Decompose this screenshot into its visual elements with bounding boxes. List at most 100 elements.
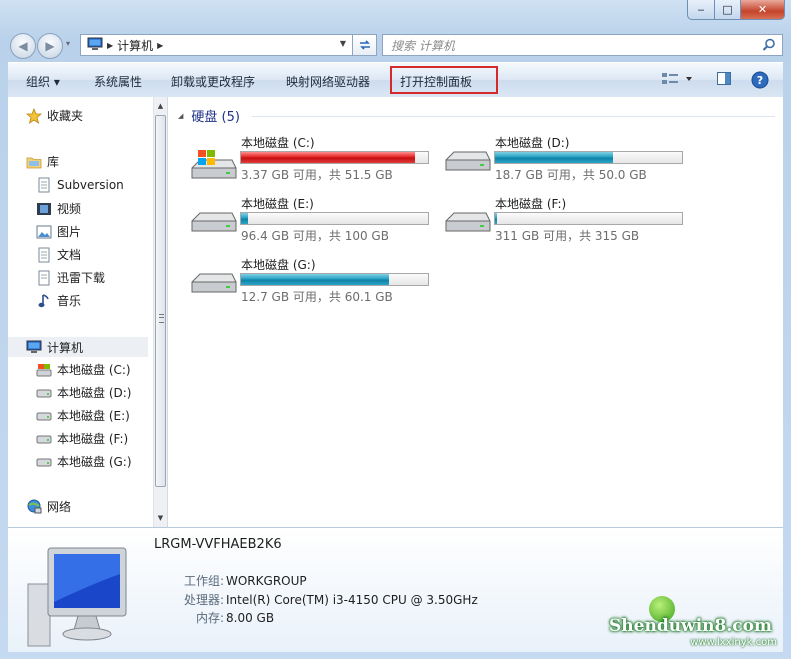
- workgroup-value: WORKGROUP: [226, 574, 307, 588]
- explorer-window: ‒ □ ✕ ◀ ▶ ▾ ▶ 计算机 ▶ ▼ 搜索 计算机 组织 ▾ 系统属性 卸…: [0, 0, 791, 659]
- navigation-scrollbar[interactable]: ▲ ▼: [153, 97, 167, 527]
- breadcrumb-separator-icon[interactable]: ▶: [157, 41, 163, 50]
- drive-usage-fill: [241, 274, 389, 285]
- computer-icon: [87, 37, 103, 54]
- command-bar: 组织 ▾ 系统属性 卸载或更改程序 映射网络驱动器 打开控制面板 ?: [8, 62, 783, 98]
- sidebar-item-drive-c[interactable]: 本地磁盘 (C:): [36, 361, 131, 378]
- computer-name: LRGM-VVFHAEB2K6: [154, 537, 282, 552]
- memory-value: 8.00 GB: [226, 611, 275, 625]
- sidebar-item-drive-g[interactable]: 本地磁盘 (G:): [36, 453, 132, 470]
- drive-name: 本地磁盘 (G:): [241, 258, 316, 272]
- sidebar-item-label: 本地磁盘 (D:): [57, 386, 132, 400]
- details-pane: LRGM-VVFHAEB2K6 工作组: WORKGROUP 处理器: Intel(…: [8, 527, 783, 652]
- watermark-text: Shenduwin8.com: [609, 616, 772, 636]
- drive-usage-fill: [241, 152, 415, 163]
- back-button[interactable]: ◀: [10, 33, 36, 59]
- sidebar-item-drive-f[interactable]: 本地磁盘 (F:): [36, 430, 128, 447]
- drive-free-space: 311 GB 可用，共 315 GB: [495, 229, 640, 243]
- sidebar-item-label: 本地磁盘 (G:): [57, 455, 132, 469]
- search-input[interactable]: 搜索 计算机: [391, 37, 455, 54]
- sidebar-item-network[interactable]: 网络: [26, 498, 71, 515]
- sidebar-item-label: 本地磁盘 (C:): [57, 363, 131, 377]
- address-dropdown-icon[interactable]: ▼: [340, 39, 346, 48]
- view-options-icon[interactable]: [660, 71, 694, 90]
- workgroup-label: 工作组:: [183, 574, 224, 588]
- drive-usage-bar: [240, 212, 429, 225]
- drive-usage-bar: [240, 273, 429, 286]
- picture-icon: [36, 224, 52, 240]
- recent-pages-dropdown[interactable]: ▾: [66, 39, 70, 48]
- uninstall-program-button[interactable]: 卸载或更改程序: [171, 73, 255, 90]
- close-button[interactable]: ✕: [741, 0, 785, 20]
- drive-name: 本地磁盘 (F:): [495, 197, 567, 211]
- refresh-icon: [359, 40, 370, 50]
- music-note-icon: [36, 293, 52, 309]
- drive-usage-fill: [241, 213, 249, 224]
- star-icon: [26, 107, 42, 124]
- sidebar-item-label: 库: [47, 155, 60, 169]
- document-icon: [36, 177, 52, 193]
- sidebar-item-downloads[interactable]: 迅雷下载: [36, 269, 105, 286]
- drive-tile-c[interactable]: 本地磁盘 (C:) 3.37 GB 可用，共 51.5 GB: [188, 134, 438, 190]
- search-box[interactable]: 搜索 计算机: [382, 34, 783, 56]
- drive-tile-d[interactable]: 本地磁盘 (D:) 18.7 GB 可用，共 50.0 GB: [442, 134, 692, 190]
- sidebar-item-drive-e[interactable]: 本地磁盘 (E:): [36, 407, 130, 424]
- drive-usage-bar: [494, 151, 683, 164]
- sidebar-item-documents[interactable]: 文档: [36, 246, 81, 263]
- hard-drive-icon: [188, 270, 238, 303]
- drive-name: 本地磁盘 (C:): [241, 136, 315, 150]
- group-divider: [252, 116, 775, 117]
- film-icon: [36, 201, 52, 217]
- hard-drive-icon: [36, 454, 52, 470]
- sidebar-item-drive-d[interactable]: 本地磁盘 (D:): [36, 384, 131, 401]
- workgroup-row: 工作组: WORKGROUP: [164, 572, 307, 589]
- organize-menu[interactable]: 组织 ▾: [26, 73, 60, 90]
- help-icon[interactable]: ?: [751, 71, 769, 92]
- forward-button[interactable]: ▶: [37, 33, 63, 59]
- drive-tile-f[interactable]: 本地磁盘 (F:) 311 GB 可用，共 315 GB: [442, 195, 692, 251]
- sidebar-item-label: 迅雷下载: [57, 271, 106, 285]
- computer-monitor-icon: [22, 544, 134, 651]
- sidebar-item-subversion[interactable]: Subversion: [36, 177, 124, 193]
- folder-icon: [26, 154, 42, 170]
- drive-usage-fill: [495, 152, 613, 163]
- drive-name: 本地磁盘 (E:): [241, 197, 314, 211]
- highlight-box: [390, 66, 498, 94]
- drive-usage-fill: [495, 213, 498, 224]
- minimize-button[interactable]: ‒: [687, 0, 715, 20]
- sidebar-item-label: 本地磁盘 (F:): [57, 432, 129, 446]
- sidebar-item-label: 视频: [57, 202, 82, 216]
- breadcrumb-computer[interactable]: 计算机: [117, 37, 153, 54]
- scrollbar-thumb[interactable]: [155, 115, 166, 487]
- address-bar[interactable]: ▶ 计算机 ▶ ▼: [80, 34, 353, 56]
- sidebar-item-libraries[interactable]: 库: [26, 153, 59, 170]
- hard-drive-icon: [36, 408, 52, 424]
- system-properties-button[interactable]: 系统属性: [94, 73, 142, 90]
- scroll-up-icon[interactable]: ▲: [154, 99, 167, 113]
- refresh-button[interactable]: [353, 34, 377, 56]
- group-header[interactable]: ◢ 硬盘 (5): [178, 106, 240, 125]
- navigation-bar: ◀ ▶ ▾ ▶ 计算机 ▶ ▼ 搜索 计算机: [8, 32, 783, 59]
- sidebar-item-videos[interactable]: 视频: [36, 200, 81, 217]
- sidebar-item-music[interactable]: 音乐: [36, 292, 81, 309]
- search-icon[interactable]: [762, 38, 776, 55]
- collapse-triangle-icon[interactable]: ◢: [178, 112, 183, 120]
- sidebar-item-label: 网络: [47, 500, 72, 514]
- grip-icon: [159, 314, 164, 323]
- svg-text:?: ?: [757, 74, 763, 87]
- sidebar-item-computer[interactable]: 计算机: [8, 337, 148, 357]
- drive-free-space: 3.37 GB 可用，共 51.5 GB: [241, 168, 393, 182]
- hard-drive-icon: [36, 385, 52, 401]
- memory-label: 内存:: [195, 611, 224, 625]
- drive-tile-e[interactable]: 本地磁盘 (E:) 96.4 GB 可用，共 100 GB: [188, 195, 438, 251]
- map-network-drive-button[interactable]: 映射网络驱动器: [286, 73, 370, 90]
- drive-usage-bar: [494, 212, 683, 225]
- maximize-button[interactable]: □: [715, 0, 741, 20]
- sidebar-item-favorites[interactable]: 收藏夹: [26, 107, 83, 124]
- scroll-down-icon[interactable]: ▼: [154, 511, 167, 525]
- sidebar-item-pictures[interactable]: 图片: [36, 223, 81, 240]
- drive-tile-g[interactable]: 本地磁盘 (G:) 12.7 GB 可用，共 60.1 GB: [188, 256, 438, 312]
- preview-pane-icon[interactable]: [716, 71, 732, 90]
- breadcrumb-separator-icon[interactable]: ▶: [107, 41, 113, 50]
- sidebar-item-label: 文档: [57, 248, 82, 262]
